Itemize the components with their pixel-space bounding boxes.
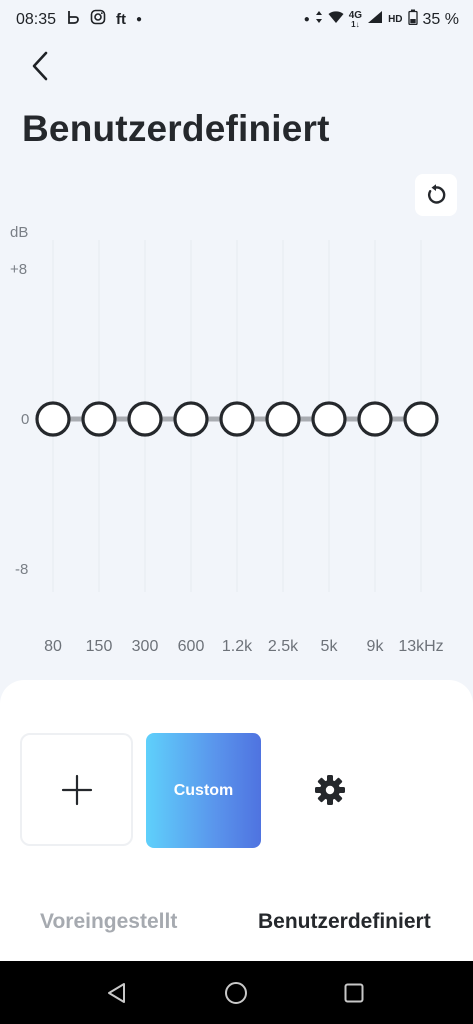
plus-icon <box>61 774 92 805</box>
wifi-icon <box>328 10 344 29</box>
eq-band-handle[interactable] <box>35 401 71 437</box>
status-bar-right: ● 4G 1↓ HD 35 % <box>304 9 459 30</box>
eq-band-handle[interactable] <box>265 401 301 437</box>
triangle-back-icon <box>108 983 125 1003</box>
nav-back-button[interactable] <box>101 977 133 1009</box>
frequency-label: 80 <box>44 638 62 655</box>
nav-recents-button[interactable] <box>338 977 370 1009</box>
tab-custom[interactable]: Benutzerdefiniert <box>258 910 431 934</box>
eq-band-handle[interactable] <box>81 401 117 437</box>
hd-badge: HD <box>388 13 403 25</box>
tab-preset[interactable]: Voreingestellt <box>40 910 177 934</box>
status-bar: 08:35 ft ● ● 4G 1↓ HD 35 % <box>0 0 473 38</box>
data-arrows-icon <box>315 10 323 29</box>
b-app-icon <box>66 9 80 30</box>
frequency-label: 2.5k <box>267 638 299 655</box>
network-type: 4G 1↓ <box>348 9 363 29</box>
eq-band-handle[interactable] <box>403 401 439 437</box>
status-time: 08:35 <box>16 10 57 28</box>
frequency-label: 1.2k <box>221 638 253 655</box>
frequency-label: 300 <box>131 638 159 655</box>
bottom-sheet: Custom Voreingestellt Benutzerdefiniert <box>0 680 473 961</box>
equalizer: dB +8 0 -8 80 150 300 600 1.2k 2.5k 5k 9k 13kHz <box>0 220 473 660</box>
eq-band-handle[interactable] <box>219 401 255 437</box>
settings-button[interactable] <box>308 768 352 812</box>
custom-preset-card[interactable]: Custom <box>146 733 261 848</box>
status-bar-left: 08:35 ft ● <box>16 9 142 30</box>
notification-dot-icon: ● <box>136 14 143 25</box>
add-preset-button[interactable] <box>20 733 133 846</box>
system-nav-bar <box>0 961 473 1024</box>
back-button[interactable] <box>22 48 58 84</box>
frequency-label: 600 <box>177 638 205 655</box>
equalizer-graph <box>35 240 439 592</box>
square-recents-icon <box>344 983 364 1003</box>
frequency-label: 13kHz <box>398 638 444 655</box>
eq-band-handle[interactable] <box>173 401 209 437</box>
frequency-label: 150 <box>85 638 113 655</box>
instagram-icon <box>90 9 106 30</box>
frequency-label: 5k <box>320 638 338 655</box>
nav-home-button[interactable] <box>220 977 252 1009</box>
gear-icon <box>315 775 345 805</box>
page-title: Benutzerdefiniert <box>22 108 330 149</box>
battery-percent: 35 % <box>422 10 459 28</box>
reset-icon <box>428 184 446 204</box>
signal-icon <box>367 10 383 29</box>
reset-button[interactable] <box>415 174 457 216</box>
circle-home-icon <box>225 982 247 1004</box>
eq-band-handle[interactable] <box>127 401 163 437</box>
chevron-left-icon <box>32 51 48 81</box>
eq-band-handle[interactable] <box>311 401 347 437</box>
notification-dot-icon: ● <box>303 14 310 25</box>
eq-band-handle[interactable] <box>357 401 393 437</box>
battery-icon <box>407 9 418 30</box>
ft-app-icon: ft <box>116 11 127 28</box>
frequency-label: 9k <box>366 638 384 655</box>
